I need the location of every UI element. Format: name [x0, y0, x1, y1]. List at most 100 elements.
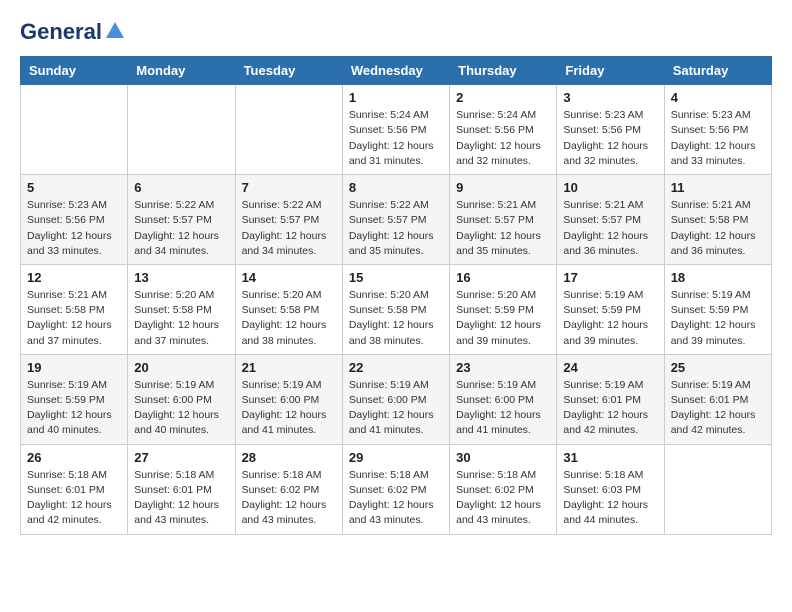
day-number: 9 — [456, 180, 550, 195]
calendar-cell: 18 Sunrise: 5:19 AM Sunset: 5:59 PM Dayli… — [664, 264, 771, 354]
day-info: Sunrise: 5:21 AM Sunset: 5:58 PM Dayligh… — [27, 288, 121, 349]
day-info: Sunrise: 5:18 AM Sunset: 6:01 PM Dayligh… — [27, 468, 121, 529]
calendar-cell: 28Sunrise: 5:18 AM Sunset: 6:02 PM Dayli… — [235, 444, 342, 534]
day-info: Sunrise: 5:19 AM Sunset: 6:00 PM Dayligh… — [349, 378, 443, 439]
calendar-cell: 6 Sunrise: 5:22 AM Sunset: 5:57 PM Daylig… — [128, 175, 235, 265]
day-info: Sunrise: 5:18 AM Sunset: 6:02 PM Dayligh… — [456, 468, 550, 529]
day-info: Sunrise: 5:19 AM Sunset: 6:01 PM Dayligh… — [671, 378, 765, 439]
day-info: Sunrise: 5:19 AM Sunset: 6:00 PM Dayligh… — [456, 378, 550, 439]
calendar-cell: 31 Sunrise: 5:18 AM Sunset: 6:03 PM Dayli… — [557, 444, 664, 534]
calendar-cell: 11 Sunrise: 5:21 AM Sunset: 5:58 PM Dayli… — [664, 175, 771, 265]
calendar-cell — [128, 85, 235, 175]
day-header-wednesday: Wednesday — [342, 57, 449, 85]
calendar-week-row: 19 Sunrise: 5:19 AM Sunset: 5:59 PM Dayli… — [21, 354, 772, 444]
day-number: 8 — [349, 180, 443, 195]
calendar-cell: 10 Sunrise: 5:21 AM Sunset: 5:57 PM Dayli… — [557, 175, 664, 265]
day-number: 16 — [456, 270, 550, 285]
logo-text-general: General — [20, 20, 102, 44]
day-info: Sunrise: 5:19 AM Sunset: 5:59 PM Dayligh… — [671, 288, 765, 349]
day-number: 29 — [349, 450, 443, 465]
day-number: 6 — [134, 180, 228, 195]
day-info: Sunrise: 5:21 AM Sunset: 5:57 PM Dayligh… — [563, 198, 657, 259]
calendar-cell: 7 Sunrise: 5:22 AM Sunset: 5:57 PM Daylig… — [235, 175, 342, 265]
calendar-cell: 8 Sunrise: 5:22 AM Sunset: 5:57 PM Daylig… — [342, 175, 449, 265]
day-number: 20 — [134, 360, 228, 375]
logo: General — [20, 20, 126, 40]
day-number: 3 — [563, 90, 657, 105]
day-number: 10 — [563, 180, 657, 195]
day-number: 28 — [242, 450, 336, 465]
day-number: 13 — [134, 270, 228, 285]
day-number: 22 — [349, 360, 443, 375]
day-number: 27 — [134, 450, 228, 465]
calendar-cell: 23 Sunrise: 5:19 AM Sunset: 6:00 PM Dayli… — [450, 354, 557, 444]
calendar-cell: 25 Sunrise: 5:19 AM Sunset: 6:01 PM Dayli… — [664, 354, 771, 444]
calendar-week-row: 5Sunrise: 5:23 AM Sunset: 5:56 PM Daylig… — [21, 175, 772, 265]
day-number: 4 — [671, 90, 765, 105]
calendar-cell: 2 Sunrise: 5:24 AM Sunset: 5:56 PM Daylig… — [450, 85, 557, 175]
day-number: 21 — [242, 360, 336, 375]
day-info: Sunrise: 5:18 AM Sunset: 6:01 PM Dayligh… — [134, 468, 228, 529]
calendar-cell: 12 Sunrise: 5:21 AM Sunset: 5:58 PM Dayli… — [21, 264, 128, 354]
calendar-table: SundayMondayTuesdayWednesdayThursdayFrid… — [20, 56, 772, 534]
day-number: 7 — [242, 180, 336, 195]
calendar-cell: 13 Sunrise: 5:20 AM Sunset: 5:58 PM Dayli… — [128, 264, 235, 354]
day-info: Sunrise: 5:19 AM Sunset: 5:59 PM Dayligh… — [27, 378, 121, 439]
calendar-cell: 4 Sunrise: 5:23 AM Sunset: 5:56 PM Daylig… — [664, 85, 771, 175]
calendar-cell — [21, 85, 128, 175]
day-info: Sunrise: 5:20 AM Sunset: 5:58 PM Dayligh… — [134, 288, 228, 349]
day-number: 2 — [456, 90, 550, 105]
day-info: Sunrise: 5:20 AM Sunset: 5:58 PM Dayligh… — [349, 288, 443, 349]
day-header-saturday: Saturday — [664, 57, 771, 85]
calendar-cell: 3 Sunrise: 5:23 AM Sunset: 5:56 PM Daylig… — [557, 85, 664, 175]
day-number: 14 — [242, 270, 336, 285]
calendar-cell — [235, 85, 342, 175]
day-info: Sunrise: 5:18 AM Sunset: 6:02 PM Dayligh… — [349, 468, 443, 529]
calendar-header-row: SundayMondayTuesdayWednesdayThursdayFrid… — [21, 57, 772, 85]
logo-icon — [104, 20, 126, 42]
day-number: 5 — [27, 180, 121, 195]
day-info: Sunrise: 5:24 AM Sunset: 5:56 PM Dayligh… — [456, 108, 550, 169]
day-header-friday: Friday — [557, 57, 664, 85]
calendar-cell — [664, 444, 771, 534]
day-info: Sunrise: 5:22 AM Sunset: 5:57 PM Dayligh… — [134, 198, 228, 259]
day-info: Sunrise: 5:19 AM Sunset: 6:00 PM Dayligh… — [134, 378, 228, 439]
day-info: Sunrise: 5:22 AM Sunset: 5:57 PM Dayligh… — [349, 198, 443, 259]
day-info: Sunrise: 5:20 AM Sunset: 5:59 PM Dayligh… — [456, 288, 550, 349]
day-number: 30 — [456, 450, 550, 465]
day-number: 31 — [563, 450, 657, 465]
day-number: 18 — [671, 270, 765, 285]
day-info: Sunrise: 5:19 AM Sunset: 5:59 PM Dayligh… — [563, 288, 657, 349]
day-info: Sunrise: 5:19 AM Sunset: 6:01 PM Dayligh… — [563, 378, 657, 439]
day-number: 1 — [349, 90, 443, 105]
calendar-cell: 1 Sunrise: 5:24 AM Sunset: 5:56 PM Daylig… — [342, 85, 449, 175]
calendar-cell: 26 Sunrise: 5:18 AM Sunset: 6:01 PM Dayli… — [21, 444, 128, 534]
day-number: 15 — [349, 270, 443, 285]
calendar-cell: 9Sunrise: 5:21 AM Sunset: 5:57 PM Daylig… — [450, 175, 557, 265]
day-info: Sunrise: 5:23 AM Sunset: 5:56 PM Dayligh… — [563, 108, 657, 169]
day-info: Sunrise: 5:21 AM Sunset: 5:58 PM Dayligh… — [671, 198, 765, 259]
calendar-cell: 15 Sunrise: 5:20 AM Sunset: 5:58 PM Dayli… — [342, 264, 449, 354]
calendar-cell: 14 Sunrise: 5:20 AM Sunset: 5:58 PM Dayli… — [235, 264, 342, 354]
day-info: Sunrise: 5:18 AM Sunset: 6:03 PM Dayligh… — [563, 468, 657, 529]
day-info: Sunrise: 5:20 AM Sunset: 5:58 PM Dayligh… — [242, 288, 336, 349]
page-header: General — [20, 20, 772, 40]
day-number: 17 — [563, 270, 657, 285]
day-info: Sunrise: 5:22 AM Sunset: 5:57 PM Dayligh… — [242, 198, 336, 259]
calendar-week-row: 26 Sunrise: 5:18 AM Sunset: 6:01 PM Dayli… — [21, 444, 772, 534]
day-info: Sunrise: 5:24 AM Sunset: 5:56 PM Dayligh… — [349, 108, 443, 169]
calendar-cell: 21Sunrise: 5:19 AM Sunset: 6:00 PM Dayli… — [235, 354, 342, 444]
day-number: 25 — [671, 360, 765, 375]
day-number: 12 — [27, 270, 121, 285]
day-header-monday: Monday — [128, 57, 235, 85]
day-number: 26 — [27, 450, 121, 465]
calendar-cell: 17 Sunrise: 5:19 AM Sunset: 5:59 PM Dayli… — [557, 264, 664, 354]
day-info: Sunrise: 5:23 AM Sunset: 5:56 PM Dayligh… — [671, 108, 765, 169]
day-number: 24 — [563, 360, 657, 375]
day-number: 19 — [27, 360, 121, 375]
calendar-cell: 16 Sunrise: 5:20 AM Sunset: 5:59 PM Dayli… — [450, 264, 557, 354]
day-number: 11 — [671, 180, 765, 195]
day-number: 23 — [456, 360, 550, 375]
calendar-cell: 30 Sunrise: 5:18 AM Sunset: 6:02 PM Dayli… — [450, 444, 557, 534]
calendar-cell: 29 Sunrise: 5:18 AM Sunset: 6:02 PM Dayli… — [342, 444, 449, 534]
